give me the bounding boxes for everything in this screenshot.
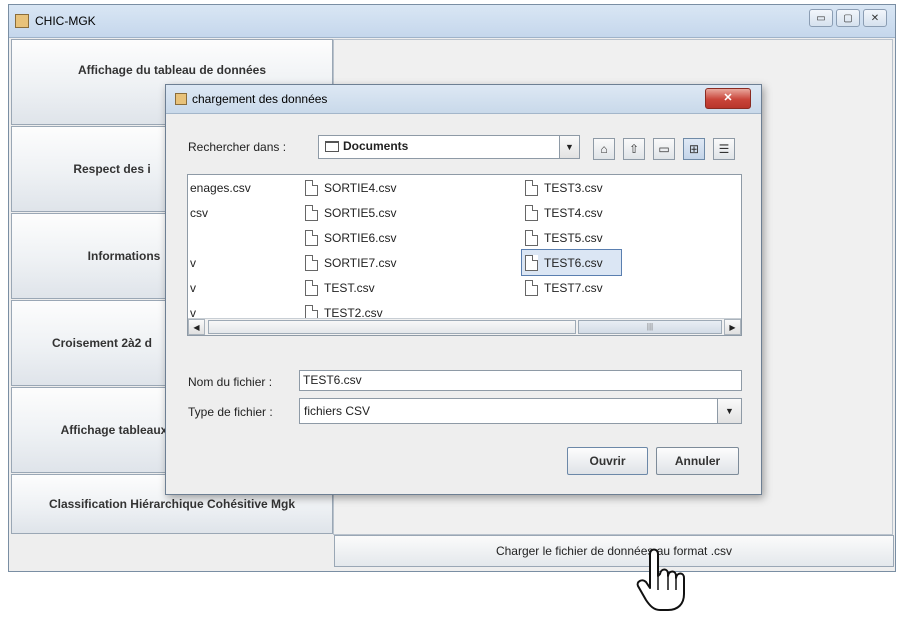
file-column: SORTIE4.csv SORTIE5.csv SORTIE6.csv SORT… — [305, 175, 505, 325]
title-bar: CHIC-MGK ▭ ▢ ✕ — [9, 5, 895, 38]
file-item[interactable]: TEST3.csv — [525, 175, 725, 200]
file-column: TEST3.csv TEST4.csv TEST5.csv TEST6.csv … — [521, 175, 725, 300]
file-icon — [305, 279, 318, 296]
horizontal-scrollbar[interactable]: ◀ ||| ▶ — [188, 318, 741, 335]
file-icon — [305, 229, 318, 246]
hand-pointer-icon — [636, 548, 685, 611]
file-item[interactable]: csv — [190, 200, 300, 225]
file-icon — [525, 254, 538, 271]
file-name: TEST.csv — [324, 280, 375, 295]
list-view-icon[interactable]: ⊞ — [683, 138, 705, 160]
window-controls: ▭ ▢ ✕ — [809, 9, 887, 27]
java-app-icon — [175, 93, 187, 105]
minimize-button[interactable]: ▭ — [809, 9, 833, 27]
file-name: TEST5.csv — [544, 230, 603, 245]
dialog-title: chargement des données — [192, 92, 328, 106]
dialog-title-bar: chargement des données ✕ — [166, 85, 761, 114]
scroll-track[interactable] — [208, 320, 576, 334]
maximize-button[interactable]: ▢ — [836, 9, 860, 27]
window-title: CHIC-MGK — [35, 14, 96, 28]
file-name: SORTIE5.csv — [324, 205, 397, 220]
file-item[interactable]: TEST.csv — [305, 275, 505, 300]
file-icon — [305, 204, 318, 221]
file-icon — [305, 179, 318, 196]
file-item[interactable]: v — [190, 250, 300, 275]
file-list: enages.csv csv v v v SORTIE4.csv SORTIE5… — [187, 174, 742, 336]
open-button[interactable]: Ouvrir — [567, 447, 648, 475]
file-name: v — [190, 280, 196, 295]
file-icon — [525, 179, 538, 196]
sidebar-item-label: Affichage du tableau de données — [77, 63, 267, 77]
file-item-selected[interactable]: TEST6.csv — [521, 249, 622, 276]
file-name: TEST7.csv — [544, 280, 603, 295]
file-icon — [305, 254, 318, 271]
sidebar-item-label: Classification Hiérarchique Cohésitive M… — [48, 497, 296, 511]
file-name: TEST6.csv — [544, 255, 603, 270]
file-type-combo[interactable]: fichiers CSV ▼ — [299, 398, 742, 424]
sidebar-item-label: Affichage tableaux — [60, 423, 168, 437]
file-item[interactable]: SORTIE6.csv — [305, 225, 505, 250]
scroll-right-icon[interactable]: ▶ — [724, 319, 741, 335]
java-app-icon — [15, 14, 29, 28]
look-in-label: Rechercher dans : — [188, 140, 287, 154]
file-name-field[interactable]: TEST6.csv — [299, 370, 742, 391]
scroll-left-icon[interactable]: ◀ — [188, 319, 205, 335]
file-icon — [525, 204, 538, 221]
close-window-button[interactable]: ✕ — [863, 9, 887, 27]
file-name: TEST3.csv — [544, 180, 603, 195]
file-icon — [525, 279, 538, 296]
details-view-icon[interactable]: ☰ — [713, 138, 735, 160]
file-column-partial: enages.csv csv v v v — [190, 175, 300, 325]
file-name: v — [190, 255, 196, 270]
file-item[interactable]: v — [190, 275, 300, 300]
file-item[interactable] — [190, 225, 300, 250]
sidebar-item-label: Informations — [87, 249, 161, 263]
cancel-button[interactable]: Annuler — [656, 447, 739, 475]
recent-icon[interactable]: ⌂ — [593, 138, 615, 160]
file-type-label: Type de fichier : — [188, 405, 273, 419]
look-in-combo[interactable]: Documents ▼ — [318, 135, 580, 159]
file-name: SORTIE4.csv — [324, 180, 397, 195]
file-chooser-dialog: chargement des données ✕ Rechercher dans… — [165, 84, 762, 495]
chevron-down-icon: ▼ — [559, 136, 579, 158]
new-folder-icon[interactable]: ▭ — [653, 138, 675, 160]
file-icon — [525, 229, 538, 246]
file-name-label: Nom du fichier : — [188, 375, 273, 389]
folder-icon — [325, 141, 339, 152]
look-in-value: Documents — [343, 139, 409, 153]
scroll-thumb[interactable]: ||| — [578, 320, 722, 334]
file-name: TEST4.csv — [544, 205, 603, 220]
file-name: SORTIE6.csv — [324, 230, 397, 245]
up-folder-icon[interactable]: ⇧ — [623, 138, 645, 160]
file-name: enages.csv — [190, 180, 251, 195]
file-name: csv — [190, 205, 208, 220]
file-type-value: fichiers CSV — [304, 404, 371, 418]
sidebar-item-label: Croisement 2à2 d — [51, 336, 153, 350]
file-name: SORTIE7.csv — [324, 255, 397, 270]
file-item[interactable]: enages.csv — [190, 175, 300, 200]
file-item[interactable]: TEST4.csv — [525, 200, 725, 225]
file-item[interactable]: TEST5.csv — [525, 225, 725, 250]
file-item[interactable]: SORTIE7.csv — [305, 250, 505, 275]
file-item[interactable]: SORTIE5.csv — [305, 200, 505, 225]
sidebar-item-label: Respect des i — [73, 162, 151, 176]
file-item[interactable]: TEST7.csv — [525, 275, 725, 300]
dialog-close-button[interactable]: ✕ — [705, 88, 751, 109]
chevron-down-icon: ▼ — [717, 399, 741, 423]
file-item[interactable]: SORTIE4.csv — [305, 175, 505, 200]
load-csv-button[interactable]: Charger le fichier de données au format … — [334, 535, 894, 567]
